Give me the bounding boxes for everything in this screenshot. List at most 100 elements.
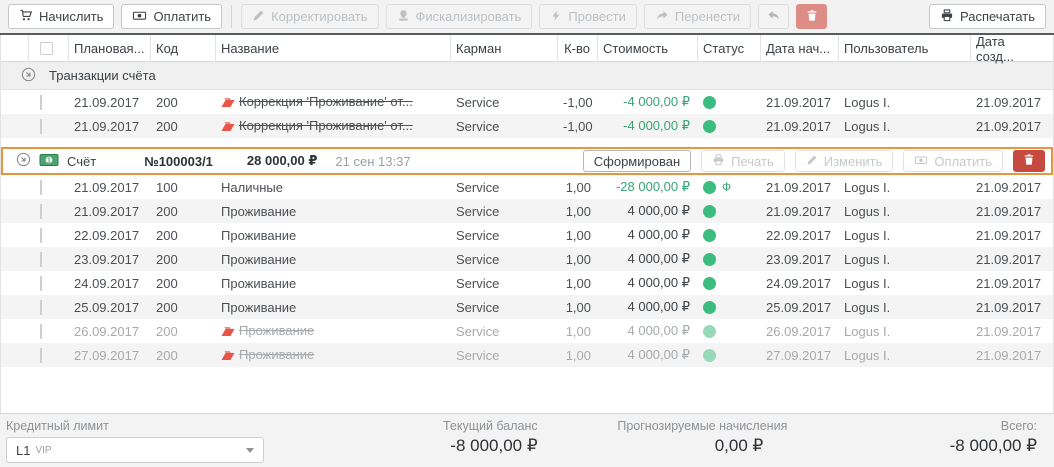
table-row[interactable]: 24.09.2017 200 Проживание Service 1,00 4…	[1, 271, 1053, 295]
printer-icon	[940, 9, 954, 25]
row-checkbox-cell[interactable]	[29, 95, 69, 110]
row-checkbox[interactable]	[40, 180, 42, 195]
trash-icon	[1023, 153, 1035, 169]
undo-icon	[767, 9, 781, 25]
header-code[interactable]: Код	[151, 35, 216, 62]
row-checkbox-cell[interactable]	[29, 348, 69, 363]
status-dot-icon	[703, 96, 716, 109]
table-row[interactable]: 27.09.2017 200 Проживание Service 1,00 4…	[1, 343, 1053, 367]
status-dot-icon	[703, 120, 716, 133]
row-checkbox-cell[interactable]	[29, 180, 69, 195]
table-row[interactable]: 21.09.2017 200 Коррекция 'Проживание' от…	[1, 90, 1053, 114]
qty-cell: 1,00	[558, 204, 598, 219]
invoice-pay-button[interactable]: Оплатить	[903, 150, 1003, 172]
date-created-cell: 21.09.2017	[971, 300, 1053, 315]
header-checkbox-cell[interactable]	[29, 35, 69, 62]
header-user[interactable]: Пользователь	[839, 35, 971, 62]
row-checkbox[interactable]	[40, 300, 42, 315]
total-label: Всего:	[787, 419, 1037, 433]
user-cell: Logus I.	[839, 228, 971, 243]
undo-button[interactable]	[758, 4, 789, 29]
row-checkbox[interactable]	[40, 228, 42, 243]
invoice-edit-button[interactable]: Изменить	[795, 150, 894, 172]
transfer-button[interactable]: Перенести	[644, 4, 751, 29]
invoice-delete-button[interactable]	[1013, 150, 1045, 172]
post-button[interactable]: Провести	[539, 4, 637, 29]
pocket-cell: Service	[451, 276, 558, 291]
invoice-row[interactable]: 1 Счёт №100003/1 28 000,00 ₽ 21 сен 13:3…	[1, 147, 1053, 175]
status-cell	[698, 277, 761, 290]
header-qty[interactable]: К-во	[558, 35, 598, 62]
row-checkbox[interactable]	[40, 204, 42, 219]
row-checkbox[interactable]	[40, 324, 42, 339]
row-checkbox-cell[interactable]	[29, 300, 69, 315]
planned-date-cell: 27.09.2017	[69, 348, 151, 363]
collapse-invoice-icon[interactable]	[16, 152, 31, 170]
table-row[interactable]: 22.09.2017 200 Проживание Service 1,00 4…	[1, 223, 1053, 247]
row-checkbox-cell[interactable]	[29, 324, 69, 339]
date-created-cell: 21.09.2017	[971, 180, 1053, 195]
date-created-cell: 21.09.2017	[971, 252, 1053, 267]
row-checkbox[interactable]	[40, 119, 42, 134]
current-balance-value: -8 000,00 ₽	[288, 436, 538, 456]
row-checkbox[interactable]	[40, 348, 42, 363]
header-status[interactable]: Статус	[698, 35, 761, 62]
header-pocket[interactable]: Карман	[451, 35, 558, 62]
table-row[interactable]: 21.09.2017 200 Проживание Service 1,00 4…	[1, 199, 1053, 223]
row-checkbox-cell[interactable]	[29, 119, 69, 134]
row-checkbox-cell[interactable]	[29, 276, 69, 291]
credit-limit-select[interactable]: L1 VIP	[6, 437, 264, 463]
cancelled-icon	[221, 96, 235, 111]
pay-button[interactable]: Оплатить	[121, 4, 222, 29]
user-cell: Logus I.	[839, 324, 971, 339]
collapse-group-icon[interactable]	[21, 67, 36, 85]
date-created-cell: 21.09.2017	[971, 119, 1053, 134]
status-dot-icon	[703, 205, 716, 218]
header-planned-date[interactable]: Плановая...	[69, 35, 151, 62]
select-all-checkbox[interactable]	[40, 42, 53, 55]
header-name[interactable]: Название	[216, 35, 451, 62]
total-value: -8 000,00 ₽	[787, 436, 1037, 456]
invoice-status-button[interactable]: Сформирован	[583, 150, 691, 172]
amount-cell: 4 000,00 ₽	[598, 275, 698, 291]
invoice-pay-label: Оплатить	[934, 154, 992, 169]
row-checkbox[interactable]	[40, 95, 42, 110]
qty-cell: -1,00	[558, 119, 598, 134]
amount-cell: -4 000,00 ₽	[598, 94, 698, 110]
amount-cell: 4 000,00 ₽	[598, 347, 698, 363]
delete-button[interactable]	[796, 4, 827, 29]
chevron-down-icon	[246, 448, 254, 453]
code-cell: 200	[151, 252, 216, 267]
accrue-button[interactable]: Начислить	[8, 4, 114, 29]
row-checkbox[interactable]	[40, 252, 42, 267]
row-checkbox-cell[interactable]	[29, 252, 69, 267]
row-checkbox[interactable]	[40, 276, 42, 291]
invoice-amount: 28 000,00 ₽	[247, 153, 318, 169]
table-row[interactable]: 21.09.2017 100 Наличные Service 1,00 -28…	[1, 175, 1053, 199]
account-transactions-group[interactable]: Транзакции счёта	[1, 62, 1053, 90]
header-date-created[interactable]: Дата созд...	[971, 35, 1053, 62]
date-created-cell: 21.09.2017	[971, 228, 1053, 243]
table-row[interactable]: 25.09.2017 200 Проживание Service 1,00 4…	[1, 295, 1053, 319]
correct-button[interactable]: Корректировать	[241, 4, 378, 29]
header-date-start[interactable]: Дата нач...	[761, 35, 839, 62]
pocket-cell: Service	[451, 300, 558, 315]
print-button[interactable]: Распечатать	[929, 4, 1046, 29]
row-checkbox-cell[interactable]	[29, 228, 69, 243]
header-cost[interactable]: Стоимость	[598, 35, 698, 62]
date-created-cell: 21.09.2017	[971, 204, 1053, 219]
fiscalize-button[interactable]: Фискализировать	[386, 4, 533, 29]
forecast-value: 0,00 ₽	[538, 436, 788, 456]
table-row[interactable]: 21.09.2017 200 Коррекция 'Проживание' от…	[1, 114, 1053, 138]
invoice-print-button[interactable]: Печать	[701, 150, 785, 172]
row-checkbox-cell[interactable]	[29, 204, 69, 219]
invoice-label: Счёт	[67, 154, 96, 169]
amount-cell: 4 000,00 ₽	[598, 299, 698, 315]
transactions-table: Плановая... Код Название Карман К-во Сто…	[0, 35, 1054, 413]
bolt-icon	[550, 9, 562, 25]
table-row[interactable]: 23.09.2017 200 Проживание Service 1,00 4…	[1, 247, 1053, 271]
forward-arrow-icon	[655, 9, 669, 25]
date-created-cell: 21.09.2017	[971, 276, 1053, 291]
pay-label: Оплатить	[153, 9, 211, 24]
table-row[interactable]: 26.09.2017 200 Проживание Service 1,00 4…	[1, 319, 1053, 343]
